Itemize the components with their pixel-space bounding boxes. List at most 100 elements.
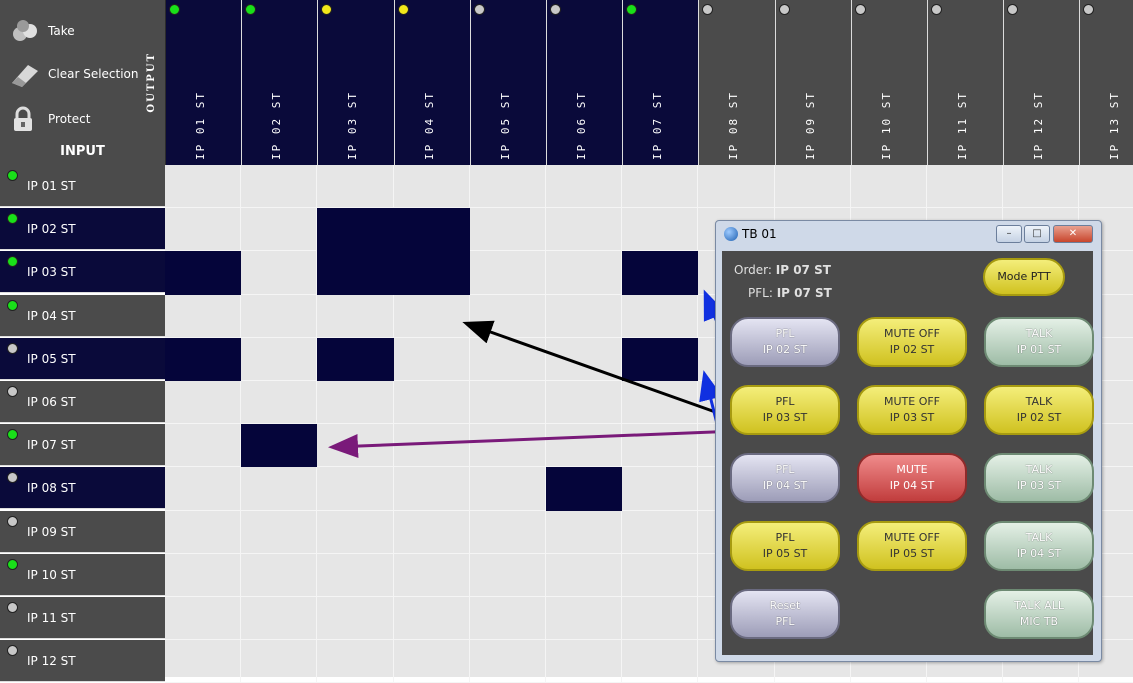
crosspoint[interactable] bbox=[622, 467, 699, 511]
crosspoint[interactable] bbox=[317, 424, 394, 468]
crosspoint[interactable] bbox=[393, 424, 470, 468]
minimize-button[interactable]: – bbox=[996, 225, 1022, 243]
input-header[interactable]: IP 04 ST bbox=[0, 294, 165, 337]
crosspoint[interactable] bbox=[469, 510, 546, 554]
crosspoint[interactable] bbox=[165, 165, 242, 209]
crosspoint[interactable] bbox=[317, 294, 394, 338]
panel-button[interactable]: PFL IP 05 ST bbox=[730, 521, 840, 571]
output-header[interactable]: IP 01 ST bbox=[166, 0, 243, 165]
crosspoint[interactable] bbox=[241, 553, 318, 597]
crosspoint[interactable] bbox=[241, 208, 318, 252]
crosspoint[interactable] bbox=[165, 553, 242, 597]
panel-button[interactable]: TALK IP 01 ST bbox=[984, 317, 1094, 367]
output-header[interactable]: IP 03 ST bbox=[318, 0, 395, 165]
crosspoint[interactable] bbox=[622, 424, 699, 468]
input-header[interactable]: IP 03 ST bbox=[0, 251, 165, 294]
crosspoint-active[interactable] bbox=[165, 251, 242, 295]
maximize-button[interactable]: □ bbox=[1024, 225, 1050, 243]
crosspoint-active[interactable] bbox=[317, 208, 394, 252]
panel-button[interactable]: Reset PFL bbox=[730, 589, 840, 639]
crosspoint[interactable] bbox=[317, 467, 394, 511]
output-header[interactable]: IP 07 ST bbox=[623, 0, 700, 165]
mode-ptt-button[interactable]: Mode PTT bbox=[983, 258, 1065, 296]
crosspoint[interactable] bbox=[850, 165, 927, 209]
crosspoint-active[interactable] bbox=[393, 208, 470, 252]
crosspoint[interactable] bbox=[469, 208, 546, 252]
crosspoint[interactable] bbox=[546, 165, 623, 209]
output-header[interactable]: IP 13 ST bbox=[1080, 0, 1133, 165]
crosspoint[interactable] bbox=[622, 294, 699, 338]
crosspoint[interactable] bbox=[241, 597, 318, 641]
crosspoint[interactable] bbox=[546, 553, 623, 597]
panel-button[interactable]: MUTE OFF IP 05 ST bbox=[857, 521, 967, 571]
crosspoint[interactable] bbox=[1079, 165, 1133, 209]
crosspoint[interactable] bbox=[165, 381, 242, 425]
crosspoint[interactable] bbox=[393, 553, 470, 597]
crosspoint[interactable] bbox=[317, 510, 394, 554]
crosspoint[interactable] bbox=[469, 165, 546, 209]
crosspoint[interactable] bbox=[546, 294, 623, 338]
crosspoint[interactable] bbox=[622, 553, 699, 597]
crosspoint[interactable] bbox=[317, 381, 394, 425]
crosspoint-active[interactable] bbox=[622, 251, 699, 295]
crosspoint[interactable] bbox=[165, 597, 242, 641]
crosspoint[interactable] bbox=[546, 510, 623, 554]
crosspoint[interactable] bbox=[393, 165, 470, 209]
crosspoint[interactable] bbox=[622, 381, 699, 425]
input-header[interactable]: IP 08 ST bbox=[0, 467, 165, 510]
crosspoint-active[interactable] bbox=[241, 424, 318, 468]
crosspoint[interactable] bbox=[393, 294, 470, 338]
clear-selection-button[interactable]: Clear Selection bbox=[8, 61, 139, 87]
crosspoint-active[interactable] bbox=[317, 337, 394, 381]
output-header[interactable]: IP 12 ST bbox=[1004, 0, 1081, 165]
crosspoint[interactable] bbox=[927, 165, 1004, 209]
protect-button[interactable]: Protect bbox=[8, 106, 90, 132]
crosspoint[interactable] bbox=[469, 553, 546, 597]
crosspoint[interactable] bbox=[241, 165, 318, 209]
panel-button[interactable]: MUTE IP 04 ST bbox=[857, 453, 967, 503]
crosspoint[interactable] bbox=[469, 424, 546, 468]
crosspoint[interactable] bbox=[622, 165, 699, 209]
crosspoint[interactable] bbox=[241, 337, 318, 381]
crosspoint[interactable] bbox=[469, 337, 546, 381]
crosspoint[interactable] bbox=[393, 597, 470, 641]
output-header[interactable]: IP 06 ST bbox=[547, 0, 624, 165]
output-header[interactable]: IP 11 ST bbox=[928, 0, 1005, 165]
crosspoint[interactable] bbox=[774, 165, 851, 209]
crosspoint[interactable] bbox=[165, 208, 242, 252]
crosspoint-active[interactable] bbox=[317, 251, 394, 295]
crosspoint[interactable] bbox=[165, 294, 242, 338]
crosspoint-active[interactable] bbox=[546, 467, 623, 511]
output-header[interactable]: IP 08 ST bbox=[699, 0, 776, 165]
crosspoint-active[interactable] bbox=[165, 337, 242, 381]
crosspoint[interactable] bbox=[469, 251, 546, 295]
crosspoint[interactable] bbox=[165, 467, 242, 511]
output-header[interactable]: IP 05 ST bbox=[470, 0, 547, 165]
crosspoint[interactable] bbox=[317, 165, 394, 209]
crosspoint[interactable] bbox=[546, 208, 623, 252]
crosspoint[interactable] bbox=[469, 467, 546, 511]
crosspoint[interactable] bbox=[393, 510, 470, 554]
crosspoint[interactable] bbox=[241, 251, 318, 295]
input-header[interactable]: IP 12 ST bbox=[0, 640, 165, 683]
crosspoint[interactable] bbox=[622, 597, 699, 641]
close-button[interactable]: ✕ bbox=[1053, 225, 1093, 243]
take-button[interactable]: Take bbox=[8, 18, 75, 44]
panel-button[interactable]: MUTE OFF IP 02 ST bbox=[857, 317, 967, 367]
crosspoint[interactable] bbox=[622, 208, 699, 252]
input-header[interactable]: IP 06 ST bbox=[0, 381, 165, 423]
input-header[interactable]: IP 01 ST bbox=[0, 165, 165, 207]
input-header[interactable]: IP 05 ST bbox=[0, 337, 165, 380]
crosspoint[interactable] bbox=[469, 597, 546, 641]
crosspoint-active[interactable] bbox=[393, 251, 470, 295]
crosspoint[interactable] bbox=[393, 467, 470, 511]
crosspoint[interactable] bbox=[469, 294, 546, 338]
crosspoint[interactable] bbox=[241, 381, 318, 425]
crosspoint[interactable] bbox=[241, 467, 318, 511]
panel-button[interactable]: MUTE OFF IP 03 ST bbox=[857, 385, 967, 435]
crosspoint[interactable] bbox=[1003, 165, 1080, 209]
crosspoint-active[interactable] bbox=[622, 337, 699, 381]
crosspoint[interactable] bbox=[546, 597, 623, 641]
crosspoint[interactable] bbox=[546, 381, 623, 425]
crosspoint[interactable] bbox=[546, 424, 623, 468]
